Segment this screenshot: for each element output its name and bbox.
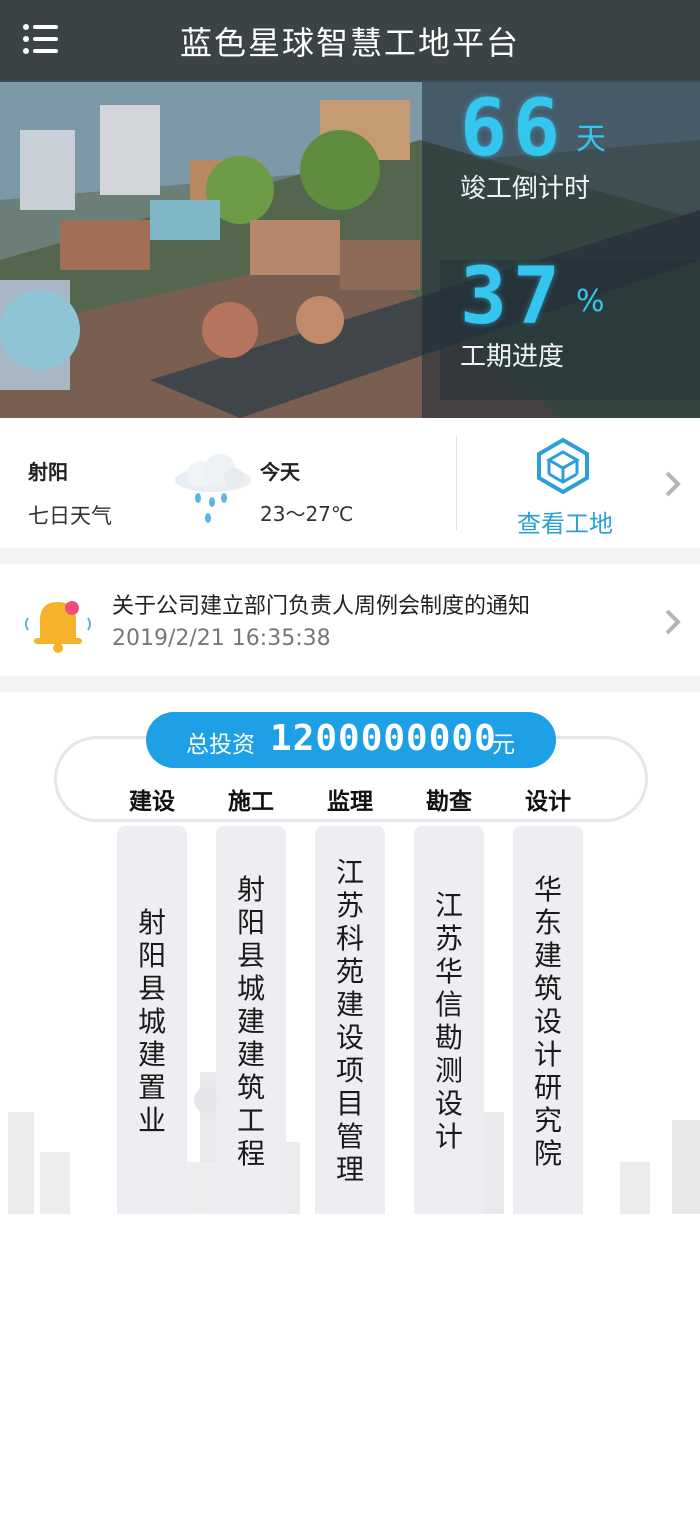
notice-time: 2019/2/21 16:35:38 <box>112 626 331 651</box>
company-name: 射阳县城建建筑工程 <box>236 873 265 1170</box>
company-name: 江苏华信勘测设计 <box>434 889 463 1153</box>
bell-icon <box>25 601 91 653</box>
role-head-construction: 建设 <box>129 789 175 815</box>
section-separator <box>0 676 700 692</box>
top-app-bar: 蓝色星球智慧工地平台 <box>0 0 700 82</box>
total-investment-label: 总投资 <box>186 732 255 758</box>
company-card-supervision[interactable]: 江苏科苑建设项目管理 <box>315 826 385 1214</box>
company-name: 华东建筑设计研究院 <box>533 873 562 1170</box>
total-investment-unit: 元 <box>492 732 515 758</box>
total-investment-badge: 总投资 1200000000 元 <box>146 712 556 768</box>
notice-item[interactable]: 关于公司建立部门负责人周例会制度的通知 2019/2/21 16:35:38 <box>0 564 700 676</box>
progress-value: 37 <box>460 252 566 342</box>
progress-unit: % <box>576 284 605 319</box>
company-name: 射阳县城建置业 <box>137 906 166 1137</box>
role-head-design: 设计 <box>525 789 571 815</box>
chevron-right-icon[interactable] <box>664 470 682 498</box>
view-site-label: 查看工地 <box>517 510 613 538</box>
hero-banner: 蓝色星球智慧工地平台 66 天 竣工倒计时 37 % 工期进度 <box>0 0 700 418</box>
weather-city: 射阳 <box>28 460 68 484</box>
company-card-construction[interactable]: 射阳县城建置业 <box>117 826 187 1214</box>
view-site-button[interactable]: 查看工地 <box>490 428 640 538</box>
cube-icon <box>537 437 589 494</box>
divider <box>456 436 457 530</box>
company-card-survey[interactable]: 江苏华信勘测设计 <box>414 826 484 1214</box>
weather-card: 射阳 七日天气 今天 23～27℃ 查看工地 <box>0 418 700 548</box>
app-title: 蓝色星球智慧工地平台 <box>179 24 520 62</box>
stats-panel: 66 天 竣工倒计时 37 % 工期进度 <box>422 82 700 418</box>
countdown-label: 竣工倒计时 <box>460 174 591 204</box>
weather-temperature: 23～27℃ <box>260 502 354 526</box>
company-name: 江苏科苑建设项目管理 <box>335 856 364 1186</box>
countdown-value: 66 <box>460 84 566 174</box>
investment-section: 总投资 1200000000 元 建设 施工 监理 勘查 设计 射阳县城建置业 … <box>0 692 700 1515</box>
notice-title: 关于公司建立部门负责人周例会制度的通知 <box>112 594 531 619</box>
seven-day-weather-link[interactable]: 七日天气 <box>28 500 112 530</box>
chevron-right-icon[interactable] <box>664 608 682 636</box>
countdown-unit: 天 <box>576 122 606 157</box>
role-head-building: 施工 <box>228 789 274 815</box>
company-card-building[interactable]: 射阳县城建建筑工程 <box>216 826 286 1214</box>
role-head-survey: 勘查 <box>426 789 472 815</box>
role-head-supervision: 监理 <box>327 789 373 815</box>
progress-label: 工期进度 <box>460 342 565 372</box>
section-separator <box>0 548 700 564</box>
company-card-design[interactable]: 华东建筑设计研究院 <box>513 826 583 1214</box>
total-investment-amount: 1200000000 <box>270 718 497 759</box>
weather-today-label: 今天 <box>260 460 300 484</box>
rain-cloud-icon <box>175 454 251 523</box>
